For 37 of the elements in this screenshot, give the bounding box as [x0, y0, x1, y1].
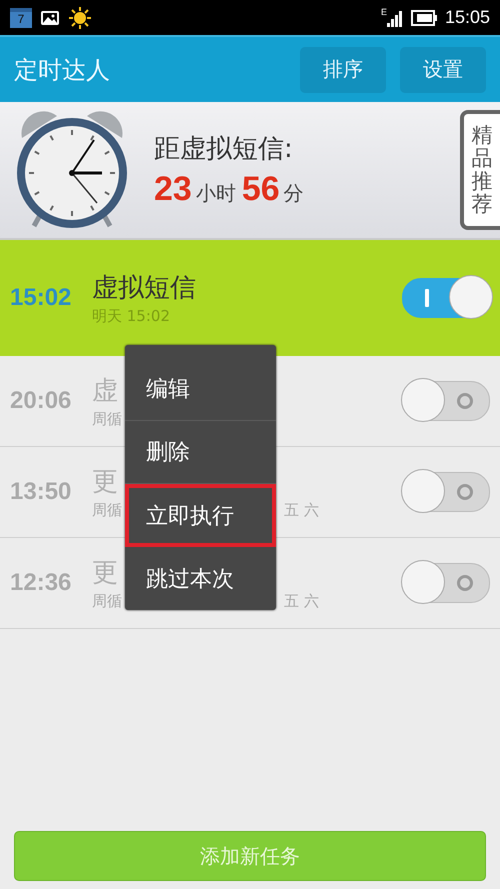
- toggle-switch[interactable]: [402, 472, 490, 512]
- picture-icon: [40, 8, 60, 26]
- task-title: 更: [92, 466, 118, 499]
- network-type: E: [380, 7, 387, 17]
- task-schedule: 明天 15:02: [92, 307, 170, 326]
- task-row[interactable]: 15:02 虚拟短信 明天 15:02: [0, 240, 500, 356]
- task-schedule: 周循: [92, 501, 122, 520]
- menu-item[interactable]: 立即执行: [125, 484, 276, 547]
- task-time: 20:06: [10, 387, 72, 415]
- task-schedule: 周循: [92, 410, 122, 429]
- sun-icon: [68, 6, 92, 30]
- app-title: 定时达人: [14, 54, 110, 86]
- minutes-value: 56: [242, 170, 280, 209]
- menu-item[interactable]: 编辑: [125, 358, 276, 421]
- minutes-unit: 分: [284, 180, 304, 207]
- countdown-label: 距虚拟短信:: [154, 133, 294, 166]
- signal-icon: [386, 8, 403, 26]
- task-time: 15:02: [10, 284, 72, 312]
- toggle-switch[interactable]: [402, 563, 490, 603]
- battery-icon: [410, 10, 437, 26]
- toggle-switch[interactable]: [402, 381, 490, 421]
- toggle-switch[interactable]: [402, 278, 490, 318]
- status-time: 15:05: [444, 7, 490, 28]
- hours-unit: 小时: [196, 180, 236, 207]
- task-schedule: 周循: [92, 592, 122, 611]
- recommend-tab[interactable]: 精品推荐: [460, 110, 500, 230]
- task-title: 更: [92, 557, 118, 590]
- task-title: 虚拟短信: [92, 272, 196, 305]
- hours-value: 23: [154, 170, 192, 209]
- task-time: 12:36: [10, 569, 72, 597]
- task-time: 13:50: [10, 478, 72, 506]
- calendar-icon: 7: [10, 8, 32, 28]
- menu-item[interactable]: 跳过本次: [125, 547, 276, 610]
- task-schedule: 五 六: [284, 501, 319, 520]
- task-title: 虚: [92, 375, 118, 408]
- menu-item[interactable]: 删除: [125, 421, 276, 484]
- task-schedule: 五 六: [284, 592, 319, 611]
